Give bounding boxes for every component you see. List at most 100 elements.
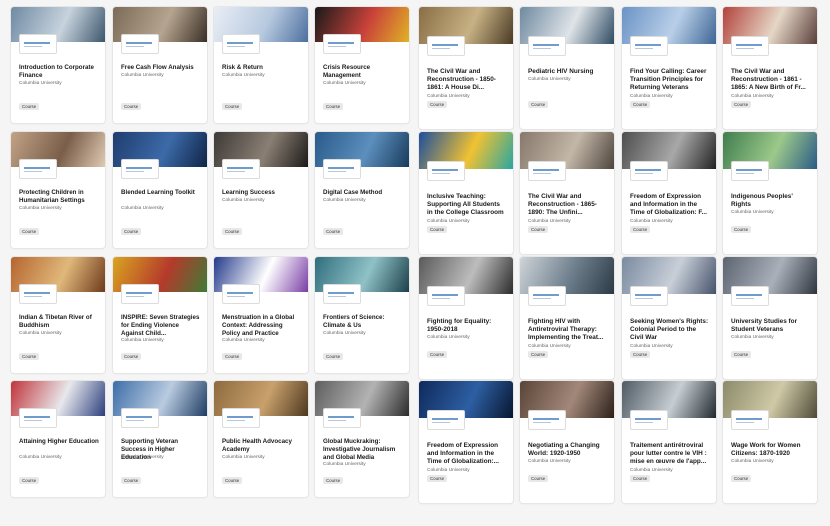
course-title[interactable]: Negotiating a Changing World: 1920-1950 <box>528 442 608 458</box>
course-org: Columbia University <box>121 72 164 78</box>
course-org: Columbia University <box>427 218 470 224</box>
course-card[interactable]: Risk & Return Columbia University Course <box>214 7 308 123</box>
course-title[interactable]: Blended Learning Toolkit <box>121 189 201 197</box>
columbia-logo-icon <box>528 36 566 56</box>
course-title[interactable]: Risk & Return <box>222 64 302 72</box>
course-card[interactable]: Supporting Veteran Success in Higher Edu… <box>113 381 207 497</box>
course-type-badge: Course <box>731 101 752 108</box>
course-card[interactable]: Indigenous Peoples' Rights Columbia Unive… <box>723 132 817 254</box>
course-org: Columbia University <box>222 197 265 203</box>
course-type-badge: Course <box>121 228 142 235</box>
course-title[interactable]: Public Health Advocacy Academy <box>222 438 302 454</box>
course-card[interactable]: Freedom of Expression and Information in… <box>419 381 513 503</box>
course-type-badge: Course <box>19 353 40 360</box>
course-card[interactable]: INSPIRE: Seven Strategies for Ending Vio… <box>113 257 207 373</box>
course-title[interactable]: Find Your Calling: Career Transition Pri… <box>630 68 710 93</box>
course-title[interactable]: Inclusive Teaching: Supporting All Stude… <box>427 193 507 218</box>
course-title[interactable]: Frontiers of Science: Climate & Us <box>323 314 403 330</box>
course-card[interactable]: Traitement antirétroviral pour lutter co… <box>622 381 716 503</box>
course-type-badge: Course <box>121 103 142 110</box>
course-org: Columbia University <box>19 205 62 211</box>
course-card[interactable]: Menstruation in a Global Context: Addres… <box>214 257 308 373</box>
course-title[interactable]: Introduction to Corporate Finance <box>19 64 99 80</box>
course-card[interactable]: The Civil War and Reconstruction - 1850-… <box>419 7 513 129</box>
course-card[interactable]: Digital Case Method Columbia University Co… <box>315 132 409 248</box>
course-type-badge: Course <box>323 103 344 110</box>
course-type-badge: Course <box>731 475 752 482</box>
course-card[interactable]: Blended Learning Toolkit Columbia Univers… <box>113 132 207 248</box>
course-org: Columbia University <box>528 77 571 83</box>
course-card[interactable]: Seeking Women's Rights: Colonial Period … <box>622 257 716 379</box>
columbia-logo-icon <box>323 159 361 179</box>
course-org: Columbia University <box>121 338 164 344</box>
course-card[interactable]: Learning Success Columbia University Cours… <box>214 132 308 248</box>
course-title[interactable]: The Civil War and Reconstruction - 1865-… <box>528 193 608 218</box>
columbia-logo-icon <box>121 34 159 54</box>
course-title[interactable]: Menstruation in a Global Context: Addres… <box>222 314 302 337</box>
course-title[interactable]: Traitement antirétroviral pour lutter co… <box>630 442 710 467</box>
course-card[interactable]: Crisis Resource Management Columbia Unive… <box>315 7 409 123</box>
course-title[interactable]: Attaining Higher Education <box>19 438 99 446</box>
columbia-logo-icon <box>323 408 361 428</box>
course-title[interactable]: Freedom of Expression and Information in… <box>630 193 710 218</box>
columbia-logo-icon <box>630 161 668 181</box>
course-card[interactable]: Pediatric HIV Nursing Columbia University… <box>520 7 614 129</box>
course-card[interactable]: Find Your Calling: Career Transition Pri… <box>622 7 716 129</box>
course-type-badge: Course <box>630 226 651 233</box>
course-title[interactable]: Indian & Tibetan River of Buddhism <box>19 314 99 330</box>
course-card[interactable]: Indian & Tibetan River of Buddhism Columb… <box>11 257 105 373</box>
course-title[interactable]: Pediatric HIV Nursing <box>528 68 608 76</box>
course-card[interactable]: Inclusive Teaching: Supporting All Stude… <box>419 132 513 254</box>
columbia-logo-icon <box>222 34 260 54</box>
course-org: Columbia University <box>731 459 774 465</box>
course-card[interactable]: Fighting for Equality: 1950-2018 Columbia… <box>419 257 513 379</box>
course-card[interactable]: University Studies for Student Veterans C… <box>723 257 817 379</box>
course-card[interactable]: Freedom of Expression and Information in… <box>622 132 716 254</box>
columbia-logo-icon <box>427 161 465 181</box>
course-card[interactable]: Protecting Children in Humanitarian Sett… <box>11 132 105 248</box>
course-card[interactable]: Attaining Higher Education Columbia Unive… <box>11 381 105 497</box>
course-title[interactable]: Fighting for Equality: 1950-2018 <box>427 318 507 334</box>
course-card[interactable]: The Civil War and Reconstruction - 1861 … <box>723 7 817 129</box>
course-type-badge: Course <box>323 228 344 235</box>
course-card[interactable]: Frontiers of Science: Climate & Us Columb… <box>315 257 409 373</box>
course-title[interactable]: Fighting HIV with Antiretroviral Therapy… <box>528 318 608 343</box>
columbia-logo-icon <box>731 286 769 306</box>
course-title[interactable]: Wage Work for Women Citizens: 1870-1920 <box>731 442 811 458</box>
course-title[interactable]: The Civil War and Reconstruction - 1850-… <box>427 68 507 93</box>
course-title[interactable]: Learning Success <box>222 189 302 197</box>
columbia-logo-icon <box>222 284 260 304</box>
course-type-badge: Course <box>630 101 651 108</box>
course-type-badge: Course <box>323 353 344 360</box>
course-card[interactable]: Fighting HIV with Antiretroviral Therapy… <box>520 257 614 379</box>
columbia-logo-icon <box>323 34 361 54</box>
course-title[interactable]: University Studies for Student Veterans <box>731 318 811 334</box>
course-title[interactable]: Digital Case Method <box>323 189 403 197</box>
course-card[interactable]: Negotiating a Changing World: 1920-1950 C… <box>520 381 614 503</box>
course-title[interactable]: Indigenous Peoples' Rights <box>731 193 811 209</box>
course-title[interactable]: INSPIRE: Seven Strategies for Ending Vio… <box>121 314 201 337</box>
course-card[interactable]: Free Cash Flow Analysis Columbia Universi… <box>113 7 207 123</box>
course-title[interactable]: Crisis Resource Management <box>323 64 403 80</box>
course-card[interactable]: The Civil War and Reconstruction - 1865-… <box>520 132 614 254</box>
course-title[interactable]: Freedom of Expression and Information in… <box>427 442 507 467</box>
columbia-logo-icon <box>427 36 465 56</box>
course-org: Columbia University <box>731 93 774 99</box>
course-title[interactable]: Free Cash Flow Analysis <box>121 64 201 72</box>
course-org: Columbia University <box>323 197 366 203</box>
columbia-logo-icon <box>731 410 769 430</box>
course-org: Columbia University <box>121 454 164 460</box>
course-card[interactable]: Public Health Advocacy Academy Columbia U… <box>214 381 308 497</box>
course-org: Columbia University <box>630 218 673 224</box>
course-card[interactable]: Introduction to Corporate Finance Columbi… <box>11 7 105 123</box>
course-title[interactable]: Seeking Women's Rights: Colonial Period … <box>630 318 710 343</box>
columbia-logo-icon <box>121 159 159 179</box>
course-title[interactable]: Protecting Children in Humanitarian Sett… <box>19 189 99 205</box>
columbia-logo-icon <box>630 36 668 56</box>
course-title[interactable]: The Civil War and Reconstruction - 1861 … <box>731 68 811 93</box>
course-org: Columbia University <box>528 218 571 224</box>
course-org: Columbia University <box>630 343 673 349</box>
course-title[interactable]: Global Muckraking: Investigative Journal… <box>323 438 403 461</box>
course-card[interactable]: Wage Work for Women Citizens: 1870-1920 C… <box>723 381 817 503</box>
course-card[interactable]: Global Muckraking: Investigative Journal… <box>315 381 409 497</box>
